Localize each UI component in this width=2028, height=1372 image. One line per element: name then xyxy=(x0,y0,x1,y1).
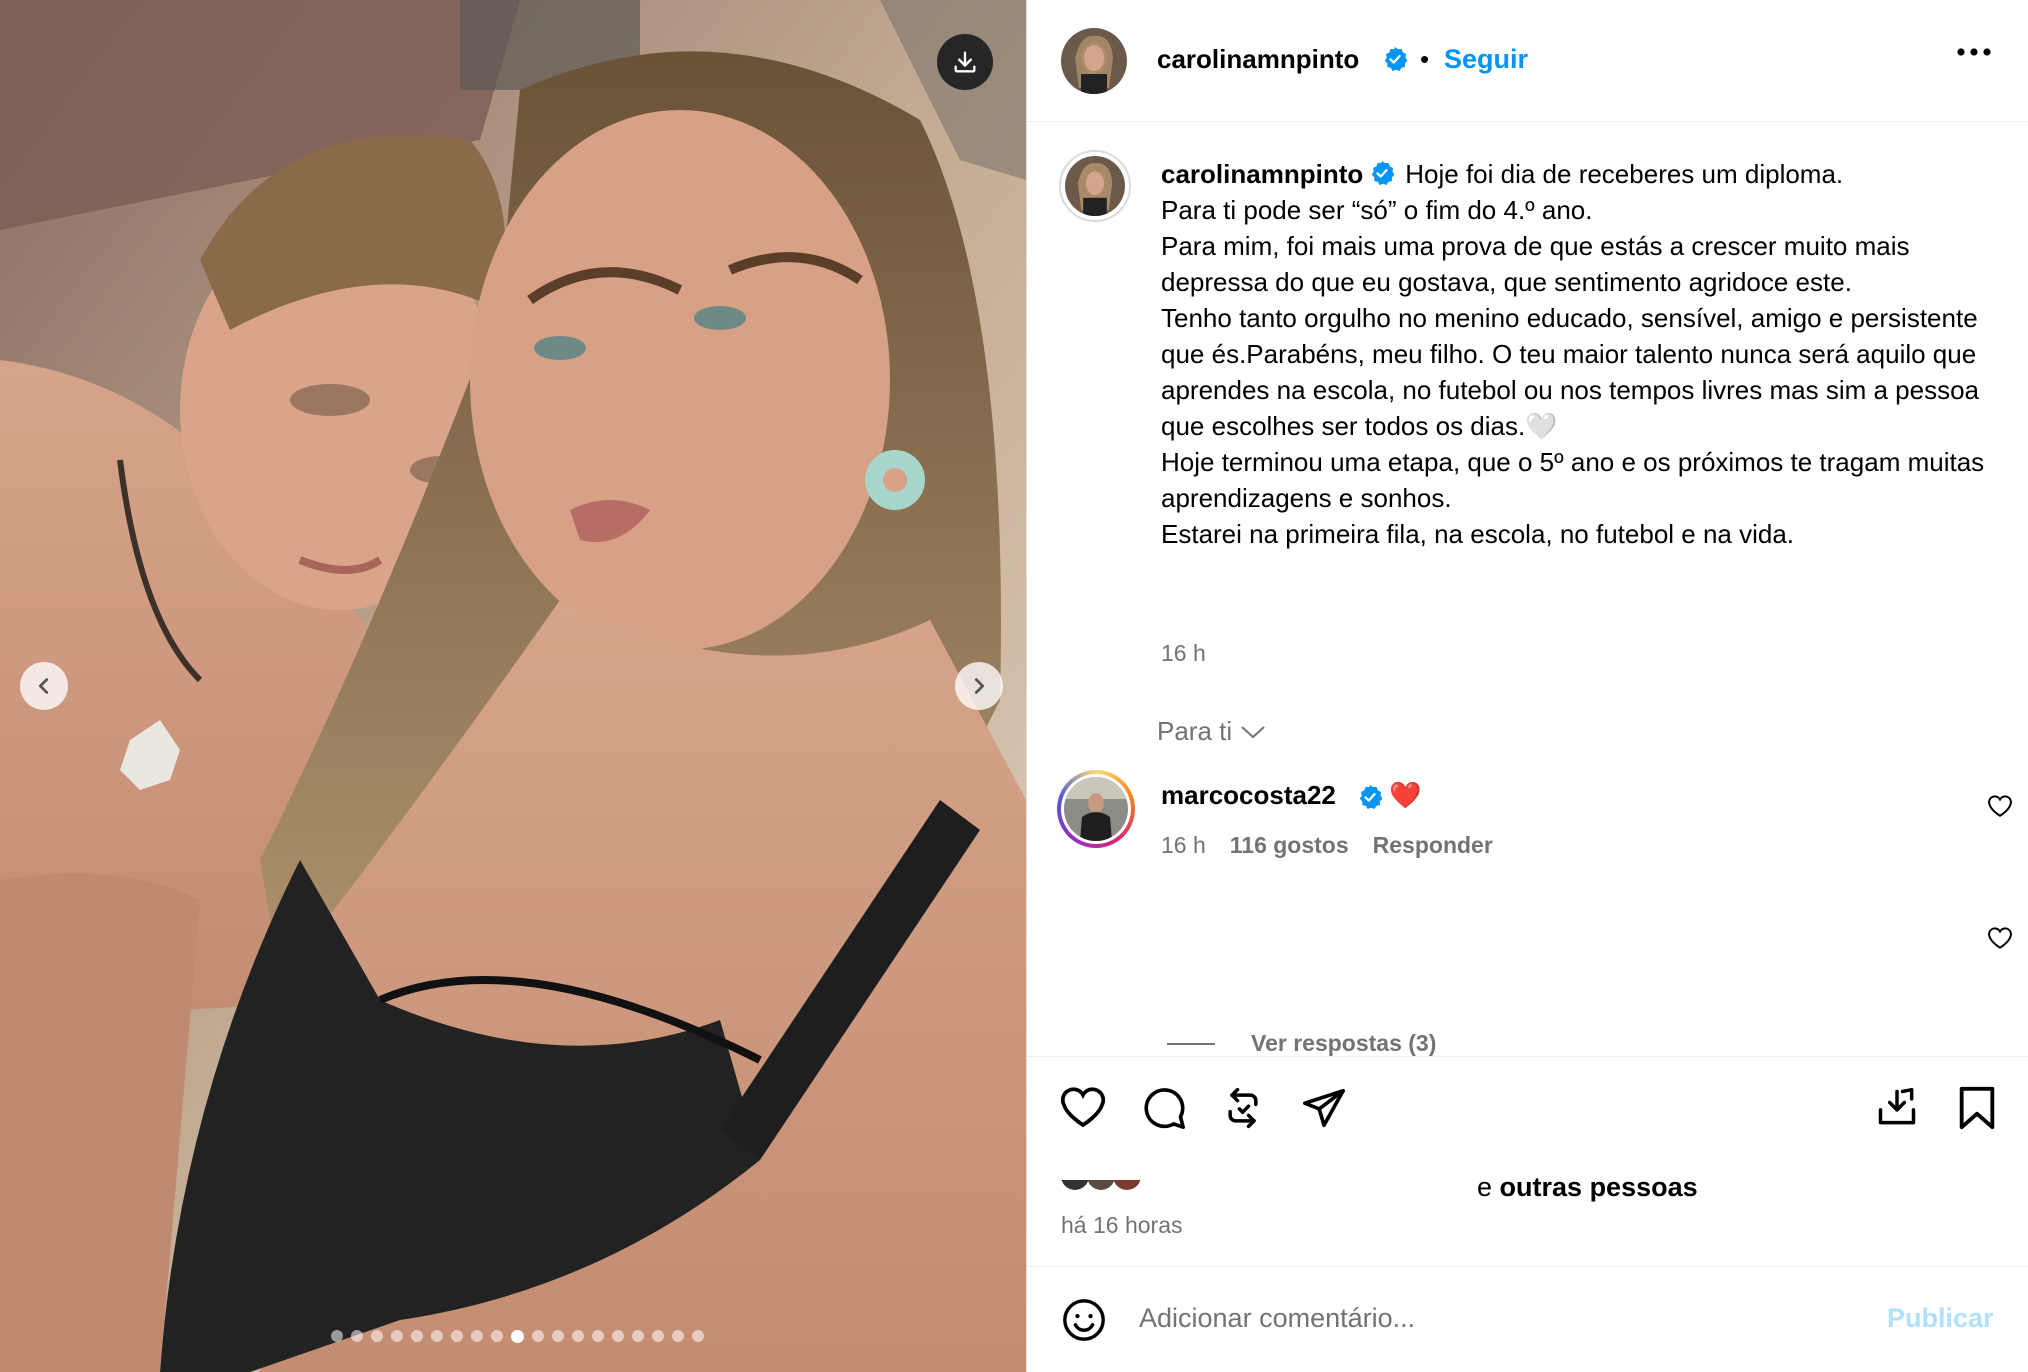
comments-filter-dropdown[interactable]: Para ti xyxy=(1157,716,1266,747)
save-to-collection-icon[interactable] xyxy=(1875,1085,1919,1131)
verified-badge-icon xyxy=(1359,784,1383,810)
carousel-dot xyxy=(490,1330,503,1342)
chevron-down-icon xyxy=(1241,725,1265,738)
caption-line: Para ti pode ser “só” o fim do 4.º ano. xyxy=(1161,195,1593,225)
carousel-dot xyxy=(410,1330,423,1342)
carousel-dot xyxy=(510,1330,524,1343)
carousel-dot xyxy=(350,1330,363,1342)
likes-text[interactable]: e outras pessoas xyxy=(1477,1172,1698,1203)
carousel-dot xyxy=(691,1330,704,1342)
carousel-dot xyxy=(591,1330,604,1342)
follow-button[interactable]: Seguir xyxy=(1444,44,1528,75)
comment-text: ❤️ xyxy=(1389,780,1422,810)
caption-line: Tenho tanto orgulho no menino educado, s… xyxy=(1161,303,1980,441)
carousel-dot xyxy=(571,1330,584,1342)
download-button[interactable] xyxy=(937,34,993,90)
previous-slide-button[interactable] xyxy=(20,662,68,710)
caption-line: Hoje terminou uma etapa, que o 5º ano e … xyxy=(1161,447,1985,513)
comment-composer: Publicar xyxy=(1027,1266,2028,1372)
download-icon xyxy=(954,51,976,73)
author-username[interactable]: carolinamnpinto xyxy=(1157,44,1359,75)
comment-bubble-icon[interactable] xyxy=(1141,1085,1187,1131)
comments-filter-label: Para ti xyxy=(1157,716,1233,746)
carousel-dot xyxy=(651,1330,664,1342)
repost-icon[interactable] xyxy=(1221,1085,1265,1131)
post-header: carolinamnpinto • Seguir xyxy=(1027,0,2028,122)
replies-divider xyxy=(1167,1042,1215,1045)
comment-input[interactable] xyxy=(1139,1295,1839,1341)
commenter-avatar[interactable] xyxy=(1057,770,1135,848)
verified-badge-icon xyxy=(1372,161,1395,186)
carousel-dot xyxy=(370,1330,383,1342)
header-separator: • xyxy=(1420,44,1430,74)
post-details-panel: carolinamnpinto • Seguir carolinamnpinto… xyxy=(1026,0,2028,1372)
post-timestamp[interactable]: há 16 horas xyxy=(1061,1212,1182,1239)
post-action-bar xyxy=(1027,1056,2028,1162)
publish-button[interactable]: Publicar xyxy=(1887,1303,1994,1334)
chevron-right-icon xyxy=(974,678,985,694)
caption-line: Hoje foi dia de receberes um diploma. xyxy=(1405,159,1844,189)
caption-text: carolinamnpinto Hoje foi dia de receberes… xyxy=(1161,156,1991,552)
carousel-dot xyxy=(430,1330,443,1342)
carousel-dot xyxy=(390,1330,403,1342)
caption-timestamp[interactable]: 16 h xyxy=(1161,640,1206,667)
caption-line: Para mim, foi mais uma prova de que está… xyxy=(1161,231,1910,297)
comment-like-heart-icon[interactable] xyxy=(1987,926,2013,950)
chevron-left-icon xyxy=(38,678,49,694)
carousel-dot xyxy=(470,1330,483,1342)
comment-timestamp[interactable]: 16 h xyxy=(1161,832,1206,859)
carousel-indicator xyxy=(0,1330,1026,1343)
view-replies-label: Ver respostas (3) xyxy=(1251,1030,1437,1056)
reply-button[interactable]: Responder xyxy=(1373,832,1493,859)
caption-author-avatar[interactable] xyxy=(1059,150,1131,222)
comment-like-heart-icon[interactable] xyxy=(1987,794,2013,818)
caption-line: Estarei na primeira fila, na escola, no … xyxy=(1161,519,1795,549)
carousel-dot xyxy=(531,1330,544,1342)
carousel-dot xyxy=(611,1330,624,1342)
post-media xyxy=(0,0,1026,1372)
post-photo xyxy=(0,0,1026,1372)
share-icon[interactable] xyxy=(1301,1085,1347,1131)
author-avatar[interactable] xyxy=(1061,28,1127,94)
caption-username[interactable]: carolinamnpinto xyxy=(1161,159,1363,189)
liker-avatars[interactable] xyxy=(1061,1180,1171,1202)
verified-badge-icon xyxy=(1384,46,1408,72)
view-replies-button[interactable]: Ver respostas (3) xyxy=(1167,1030,1436,1057)
comment-meta: 16 h 116 gostos Responder xyxy=(1161,832,1493,859)
carousel-dot xyxy=(551,1330,564,1342)
emoji-picker-icon[interactable] xyxy=(1061,1297,1107,1343)
next-slide-button[interactable] xyxy=(955,662,1003,710)
likes-prefix: e xyxy=(1477,1172,1493,1202)
more-options-icon[interactable] xyxy=(1957,48,1991,56)
carousel-dot xyxy=(330,1330,343,1342)
comment-likes-count[interactable]: 116 gostos xyxy=(1230,832,1349,859)
like-heart-icon[interactable] xyxy=(1059,1085,1107,1129)
carousel-dot xyxy=(450,1330,463,1342)
carousel-dot xyxy=(671,1330,684,1342)
carousel-dot xyxy=(631,1330,644,1342)
bookmark-icon[interactable] xyxy=(1957,1085,1997,1131)
commenter-username[interactable]: marcocosta22 xyxy=(1161,780,1336,811)
likes-others[interactable]: outras pessoas xyxy=(1500,1172,1698,1202)
